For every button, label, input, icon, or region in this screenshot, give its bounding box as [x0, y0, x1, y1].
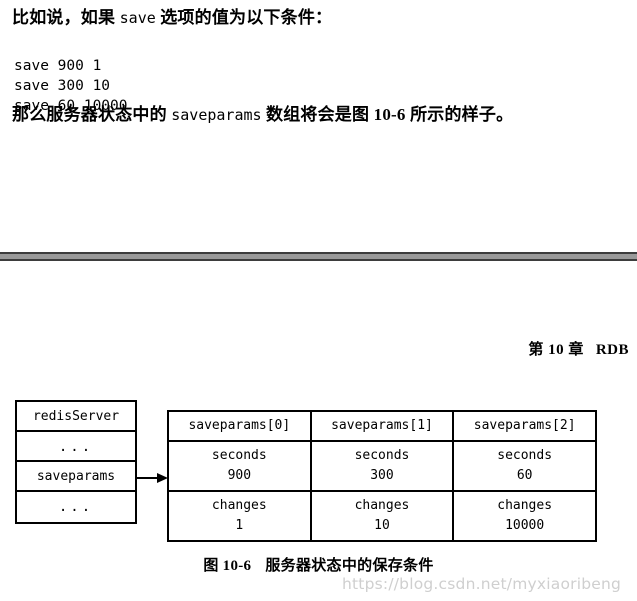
changes-value-0: 1 — [235, 518, 244, 533]
changes-cell-1: changes 10 — [309, 490, 455, 542]
table-row-seconds: seconds 900 seconds 300 seconds 60 — [167, 440, 597, 492]
saveparams-array-table: saveparams[0] saveparams[1] saveparams[2… — [167, 410, 597, 542]
array-index-header-1: saveparams[1] — [309, 410, 455, 442]
changes-label-1: changes — [354, 498, 410, 513]
pointer-arrow-icon — [137, 473, 169, 484]
table-row-changes: changes 1 changes 10 changes 10000 — [167, 490, 597, 542]
seconds-value-0: 900 — [227, 468, 252, 483]
paragraph-outro: 那么服务器状态中的 saveparams 数组将会是图 10-6 所示的样子。 — [12, 103, 513, 127]
changes-cell-0: changes 1 — [167, 490, 312, 542]
page-separator-bar — [0, 252, 637, 261]
seconds-cell-2: seconds 60 — [452, 440, 597, 492]
paragraph-intro-prefix: 比如说，如果 — [12, 8, 120, 27]
seconds-value-2: 60 — [516, 468, 533, 483]
changes-value-2: 10000 — [505, 518, 545, 533]
struct-row-ellipsis-top: ... — [17, 432, 135, 462]
paragraph-outro-code-token: saveparams — [171, 106, 262, 124]
redis-server-struct-box: redisServer ... saveparams ... — [15, 400, 137, 524]
seconds-label-1: seconds — [354, 448, 410, 463]
pointer-arrow-shaft — [137, 477, 159, 479]
struct-row-ellipsis-bottom: ... — [17, 492, 135, 522]
struct-row-saveparams: saveparams — [17, 462, 135, 492]
array-index-header-2: saveparams[2] — [452, 410, 597, 442]
figure-caption-number: 图 10-6 — [203, 558, 252, 574]
seconds-label-2: seconds — [497, 448, 553, 463]
paragraph-intro: 比如说，如果 save 选项的值为以下条件： — [12, 6, 332, 30]
figure-caption-text: 服务器状态中的保存条件 — [265, 558, 434, 574]
paragraph-outro-prefix: 那么服务器状态中的 — [12, 105, 172, 124]
paragraph-intro-code-token: save — [119, 9, 156, 27]
page-fragment-top: 比如说，如果 save 选项的值为以下条件： save 900 1 save 3… — [0, 0, 637, 253]
seconds-cell-1: seconds 300 — [309, 440, 455, 492]
page-fragment-bottom: 第 10 章 RDB redisServer ... saveparams ...… — [0, 261, 637, 601]
paragraph-intro-suffix: 选项的值为以下条件： — [155, 8, 333, 27]
changes-label-0: changes — [211, 498, 267, 513]
paragraph-outro-suffix: 数组将会是图 10-6 所示的样子。 — [261, 105, 514, 124]
figure-caption: 图 10-6 服务器状态中的保存条件 — [0, 554, 637, 575]
array-index-header-0: saveparams[0] — [167, 410, 312, 442]
seconds-value-1: 300 — [370, 468, 394, 483]
table-row-headers: saveparams[0] saveparams[1] saveparams[2… — [167, 410, 597, 442]
changes-value-1: 10 — [374, 518, 390, 533]
changes-cell-2: changes 10000 — [452, 490, 597, 542]
seconds-cell-0: seconds 900 — [167, 440, 312, 492]
seconds-label-0: seconds — [211, 448, 267, 463]
struct-row-redis-server: redisServer — [17, 402, 135, 432]
figure-10-6: redisServer ... saveparams ... saveparam… — [0, 261, 637, 601]
changes-label-2: changes — [497, 498, 553, 513]
